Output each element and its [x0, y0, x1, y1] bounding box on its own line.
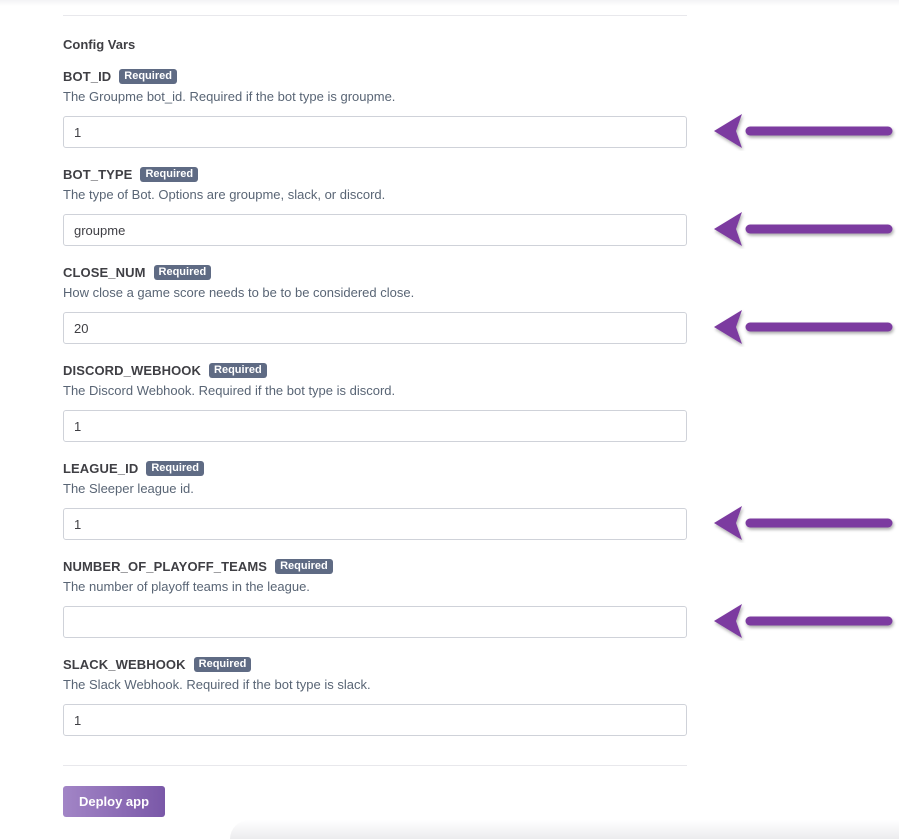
- divider-top: [63, 15, 687, 16]
- arrow-left-icon: [714, 506, 893, 540]
- config-var-close-num: CLOSE_NUM Required How close a game score …: [63, 262, 687, 344]
- required-badge: Required: [209, 362, 267, 378]
- divider-bottom: [63, 765, 687, 766]
- config-var-input[interactable]: [63, 116, 687, 148]
- config-var-description: The type of Bot. Options are groupme, sl…: [63, 187, 386, 202]
- label-row: LEAGUE_ID Required: [63, 458, 687, 478]
- config-var-input[interactable]: [63, 606, 687, 638]
- config-var-number-of-playoff-teams: NUMBER_OF_PLAYOFF_TEAMS Required The numbe…: [63, 556, 687, 638]
- arrow-left-icon: [714, 114, 893, 148]
- config-var-input[interactable]: [63, 410, 687, 442]
- config-var-input[interactable]: [63, 312, 687, 344]
- config-var-key: DISCORD_WEBHOOK: [63, 362, 202, 378]
- arrow-left-icon: [714, 604, 893, 638]
- config-var-description: The Sleeper league id.: [63, 481, 194, 496]
- config-var-league-id: LEAGUE_ID Required The Sleeper league id.: [63, 458, 687, 540]
- required-badge: Required: [146, 460, 204, 476]
- config-var-description: The Discord Webhook. Required if the bot…: [63, 383, 396, 398]
- config-var-input[interactable]: [63, 508, 687, 540]
- config-var-key: CLOSE_NUM: [63, 264, 146, 280]
- deploy-app-button[interactable]: Deploy app: [63, 786, 165, 817]
- top-shadow: [0, 0, 899, 6]
- config-var-input[interactable]: [63, 704, 687, 736]
- label-row: DISCORD_WEBHOOK Required: [63, 360, 687, 380]
- required-badge: Required: [193, 656, 252, 672]
- required-badge: Required: [140, 166, 199, 182]
- config-var-slack-webhook: SLACK_WEBHOOK Required The Slack Webhook. …: [63, 654, 687, 736]
- label-row: BOT_ID Required: [63, 66, 687, 86]
- arrow-left-icon: [714, 310, 893, 344]
- config-var-key: BOT_ID: [63, 68, 112, 84]
- required-badge: Required: [119, 68, 177, 84]
- required-badge: Required: [153, 264, 212, 280]
- label-row: CLOSE_NUM Required: [63, 262, 687, 282]
- config-var-key: BOT_TYPE: [63, 166, 133, 182]
- config-var-key: NUMBER_OF_PLAYOFF_TEAMS: [63, 558, 268, 574]
- required-badge: Required: [275, 558, 333, 574]
- config-var-description: The number of playoff teams in the leagu…: [63, 579, 310, 594]
- config-var-input[interactable]: [63, 214, 687, 246]
- config-var-description: The Slack Webhook. Required if the bot t…: [63, 677, 371, 692]
- config-var-key: SLACK_WEBHOOK: [63, 656, 186, 672]
- label-row: NUMBER_OF_PLAYOFF_TEAMS Required: [63, 556, 687, 576]
- label-row: SLACK_WEBHOOK Required: [63, 654, 687, 674]
- config-var-discord-webhook: DISCORD_WEBHOOK Required The Discord Webho…: [63, 360, 687, 442]
- arrow-left-icon: [714, 212, 893, 246]
- config-var-description: How close a game score needs to be to be…: [63, 285, 415, 300]
- label-row: BOT_TYPE Required: [63, 164, 687, 184]
- config-var-bot-id: BOT_ID Required The Groupme bot_id. Requir…: [63, 66, 687, 148]
- config-var-bot-type: BOT_TYPE Required The type of Bot. Options…: [63, 164, 687, 246]
- config-var-description: The Groupme bot_id. Required if the bot …: [63, 89, 396, 104]
- section-title: Config Vars: [63, 37, 136, 52]
- config-var-key: LEAGUE_ID: [63, 460, 139, 476]
- bottom-shadow: [230, 820, 899, 839]
